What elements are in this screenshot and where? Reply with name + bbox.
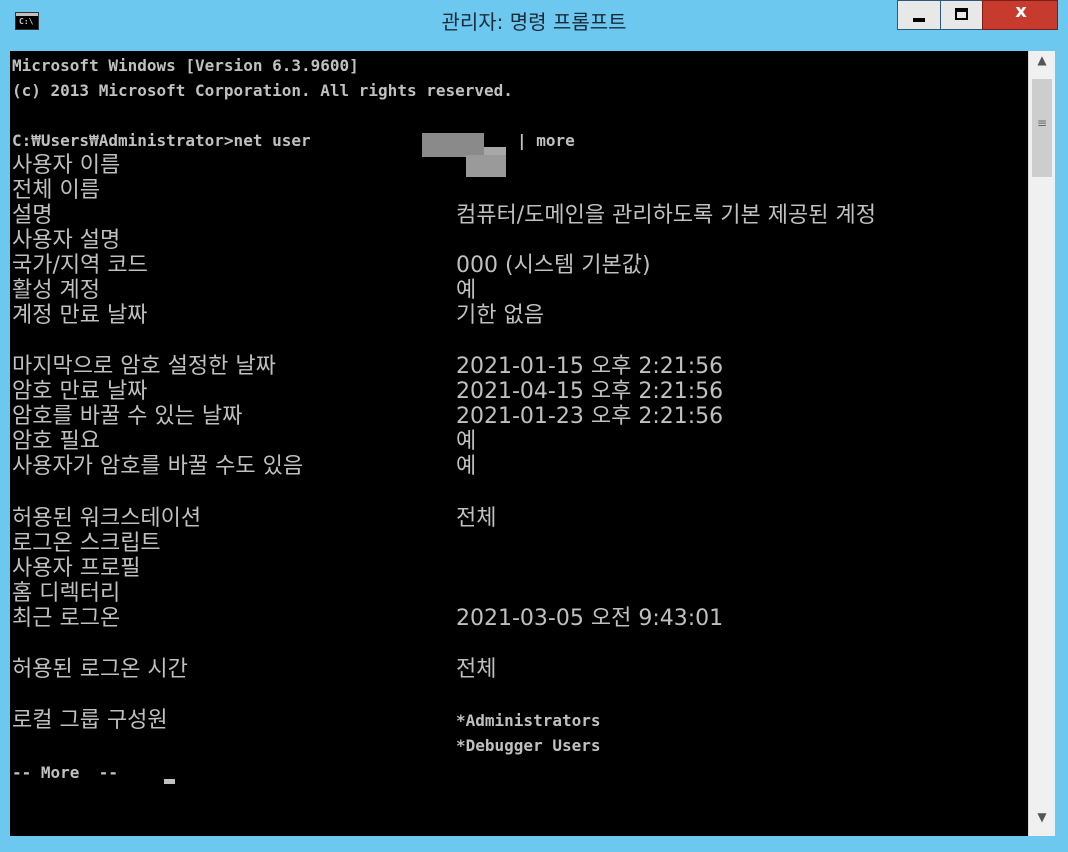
field-value: *Debugger Users xyxy=(456,736,601,755)
console-header-line: Microsoft Windows [Version 6.3.9600] xyxy=(12,56,359,75)
field-label: 사용자 프로필 xyxy=(12,556,141,581)
field-label: 암호를 바꿀 수 있는 날짜 xyxy=(12,404,243,429)
field-label: 마지막으로 암호 설정한 날짜 xyxy=(12,354,276,379)
field-value: 2021-04-15 오후 2:21:56 xyxy=(456,379,724,404)
redacted-username-value xyxy=(466,155,506,177)
field-label: 활성 계정 xyxy=(12,278,100,303)
field-label: 로컬 그룹 구성원 xyxy=(12,708,168,733)
field-label: 암호 필요 xyxy=(12,429,100,454)
field-label: 계정 만료 날짜 xyxy=(12,303,148,328)
chevron-up-icon[interactable]: ▲ xyxy=(1029,53,1055,77)
console-header-line: (c) 2013 Microsoft Corporation. All righ… xyxy=(12,81,513,100)
field-value: 2021-03-05 오전 9:43:01 xyxy=(456,606,724,631)
scrollbar-thumb[interactable]: ≡ xyxy=(1032,79,1052,177)
maximize-icon xyxy=(955,8,968,20)
field-value: 예 xyxy=(456,429,477,454)
field-label: 암호 만료 날짜 xyxy=(12,379,148,404)
field-value: 2021-01-23 오후 2:21:56 xyxy=(456,404,724,429)
field-label: 국가/지역 코드 xyxy=(12,253,148,278)
field-label: 사용자 이름 xyxy=(12,153,121,178)
grip-icon: ≡ xyxy=(1036,116,1048,130)
text-cursor xyxy=(164,779,175,784)
field-label: 사용자가 암호를 바꿀 수도 있음 xyxy=(12,454,304,479)
maximize-button[interactable] xyxy=(940,0,982,30)
title-bar[interactable]: C:\ 관리자: 명령 프롬프트 x xyxy=(0,0,1068,46)
chevron-down-icon[interactable]: ▼ xyxy=(1029,810,1055,834)
command-prompt-line: C:₩Users₩Administrator>net user xyxy=(12,131,311,150)
vertical-scrollbar[interactable]: ▲ ≡ ▼ xyxy=(1028,51,1055,836)
field-label: 로그온 스크립트 xyxy=(12,531,161,556)
minimize-button[interactable] xyxy=(897,0,940,30)
pipe-command: | more xyxy=(517,131,575,150)
field-value: *Administrators xyxy=(456,711,601,730)
console-output[interactable]: Microsoft Windows [Version 6.3.9600] (c)… xyxy=(10,51,1028,836)
field-label: 전체 이름 xyxy=(12,178,100,203)
redacted-username xyxy=(422,133,484,157)
minimize-icon xyxy=(913,18,925,22)
field-label: 설명 xyxy=(12,203,53,228)
field-value: 전체 xyxy=(456,506,497,531)
field-label: 허용된 로그온 시간 xyxy=(12,657,188,682)
field-label: 최근 로그온 xyxy=(12,606,121,631)
field-label: 홈 디렉터리 xyxy=(12,581,121,606)
field-value: 000 (시스템 기본값) xyxy=(456,253,651,278)
close-button[interactable]: x xyxy=(982,0,1058,30)
field-value: 전체 xyxy=(456,657,497,682)
close-icon: x xyxy=(1015,1,1027,22)
more-prompt: -- More -- xyxy=(12,763,118,782)
field-value: 2021-01-15 오후 2:21:56 xyxy=(456,354,724,379)
command-prompt-window: C:\ 관리자: 명령 프롬프트 x Microsoft Windows [Ve… xyxy=(0,0,1068,852)
field-label: 허용된 워크스테이션 xyxy=(12,506,202,531)
field-label: 사용자 설명 xyxy=(12,228,121,253)
field-value: 예 xyxy=(456,278,477,303)
field-value: 예 xyxy=(456,454,477,479)
field-value: 컴퓨터/도메인을 관리하도록 기본 제공된 계정 xyxy=(456,203,876,228)
field-value: 기한 없음 xyxy=(456,303,544,328)
